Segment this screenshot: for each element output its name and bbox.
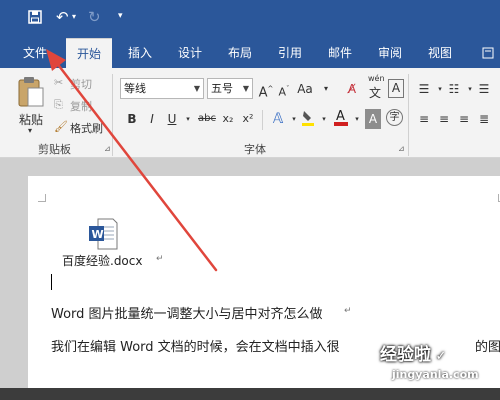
tab-file[interactable]: 文件 xyxy=(14,38,56,68)
undo-dropdown-icon[interactable]: ▾ xyxy=(72,12,76,21)
text-cursor xyxy=(51,274,52,290)
justify-icon[interactable]: ≣ xyxy=(476,109,492,129)
svg-text:W: W xyxy=(92,228,104,241)
word-file-icon: W xyxy=(89,218,118,250)
watermark-url: jingyanla.com xyxy=(392,368,479,381)
clipboard-group-label: 剪贴板 xyxy=(38,143,71,156)
font-size-combo[interactable]: 五号 ▼ xyxy=(207,78,253,99)
highlight-icon[interactable] xyxy=(300,109,316,129)
paste-button[interactable]: 粘贴 ▾ xyxy=(14,74,48,136)
customize-qat-icon[interactable]: ▾ xyxy=(118,11,123,21)
font-color-icon[interactable]: A xyxy=(333,107,349,127)
phonetic-guide-icon[interactable]: 文 xyxy=(367,83,383,103)
svg-text:A: A xyxy=(336,109,345,124)
bold-button[interactable]: B xyxy=(124,109,140,129)
copy-button[interactable]: 复制 xyxy=(70,98,92,114)
font-size-value: 五号 xyxy=(211,82,233,95)
tab-view[interactable]: 视图 xyxy=(420,38,460,68)
align-right-icon[interactable]: ≡ xyxy=(456,109,472,129)
document-body-line: 我们在编辑 Word 文档的时候，会在文档中插入很 xyxy=(51,340,340,355)
quick-access-toolbar: ↶ ▾ ↻ ▾ xyxy=(0,0,500,38)
font-name-combo[interactable]: 等线 ▼ xyxy=(120,78,204,99)
paragraph-mark: ↵ xyxy=(156,254,164,264)
tab-design[interactable]: 设计 xyxy=(170,38,210,68)
more-tabs-icon[interactable] xyxy=(476,38,500,68)
multilevel-list-icon[interactable]: ☰ xyxy=(476,79,492,99)
change-case-icon[interactable]: Aa xyxy=(297,79,313,99)
group-divider xyxy=(408,74,409,156)
superscript-button[interactable]: x² xyxy=(240,109,256,129)
save-icon[interactable] xyxy=(28,10,42,28)
highlight-dropdown-icon[interactable]: ▾ xyxy=(316,109,332,129)
tab-mailings[interactable]: 邮件 xyxy=(320,38,360,68)
character-border-icon[interactable]: A xyxy=(388,79,404,98)
character-shading-icon[interactable]: A xyxy=(365,109,381,129)
ribbon-home: 粘贴 ▾ ✂ 剪切 ⎘ 复制 🖌 格式刷 剪贴板 ⊿ 等线 ▼ 五号 ▼ A^ … xyxy=(0,68,500,158)
document-body-tail: 的图 xyxy=(475,340,500,355)
strikethrough-button[interactable]: abc xyxy=(196,109,218,129)
redo-icon[interactable]: ↻ xyxy=(88,8,101,26)
copy-icon: ⎘ xyxy=(54,98,63,111)
font-name-value: 等线 xyxy=(124,82,146,95)
tab-review[interactable]: 审阅 xyxy=(370,38,410,68)
numbering-icon[interactable]: ☷ xyxy=(446,79,462,99)
cut-button[interactable]: 剪切 xyxy=(70,76,92,92)
font-group-label: 字体 xyxy=(244,143,266,156)
change-case-dropdown-icon[interactable]: ▾ xyxy=(318,79,334,99)
cut-icon: ✂ xyxy=(54,76,64,89)
bullets-icon[interactable]: ☰ xyxy=(416,79,432,99)
tab-layout[interactable]: 布局 xyxy=(220,38,260,68)
tab-insert[interactable]: 插入 xyxy=(120,38,160,68)
italic-button[interactable]: I xyxy=(144,109,160,129)
format-painter-icon: 🖌 xyxy=(54,120,68,133)
enclose-characters-icon[interactable]: 字 xyxy=(386,109,403,126)
grow-font-icon[interactable]: A^ xyxy=(258,79,274,100)
align-center-icon[interactable]: ≡ xyxy=(436,109,452,129)
subscript-button[interactable]: x₂ xyxy=(220,109,236,129)
format-painter-button[interactable]: 格式刷 xyxy=(70,120,103,136)
document-title-line: Word 图片批量统一调整大小与居中对齐怎么做 xyxy=(51,307,323,322)
watermark-logo: 经验啦 ✓ xyxy=(380,345,447,365)
ribbon-tabs: 文件 开始 插入 设计 布局 引用 邮件 审阅 视图 xyxy=(0,38,500,68)
embedded-file[interactable]: W xyxy=(88,218,118,250)
paste-dropdown-icon: ▾ xyxy=(28,126,33,135)
paste-icon xyxy=(18,77,44,107)
status-bar xyxy=(0,388,500,400)
underline-button[interactable]: U xyxy=(164,109,180,129)
font-color-dropdown-icon[interactable]: ▾ xyxy=(349,109,365,129)
text-effects-icon[interactable]: 𝔸 xyxy=(270,109,286,129)
tab-home[interactable]: 开始 xyxy=(66,38,112,68)
chevron-down-icon: ▼ xyxy=(242,84,249,93)
embedded-file-name: 百度经验.docx xyxy=(62,254,143,268)
clipboard-launcher-icon[interactable]: ⊿ xyxy=(104,144,111,153)
shrink-font-icon[interactable]: Aˇ xyxy=(276,79,292,99)
align-left-icon[interactable]: ≡ xyxy=(416,109,432,129)
clear-formatting-icon[interactable]: A̸ xyxy=(344,79,360,99)
underline-dropdown-icon[interactable]: ▾ xyxy=(180,109,196,129)
chevron-down-icon: ▼ xyxy=(193,84,200,93)
undo-icon[interactable]: ↶ xyxy=(56,8,69,26)
tab-references[interactable]: 引用 xyxy=(270,38,310,68)
margin-corner-mark xyxy=(38,194,46,202)
group-divider xyxy=(112,74,113,156)
font-launcher-icon[interactable]: ⊿ xyxy=(398,144,405,153)
paragraph-mark: ↵ xyxy=(344,306,352,316)
font-divider xyxy=(262,110,263,130)
phonetic-guide-wen: wén xyxy=(368,74,385,83)
